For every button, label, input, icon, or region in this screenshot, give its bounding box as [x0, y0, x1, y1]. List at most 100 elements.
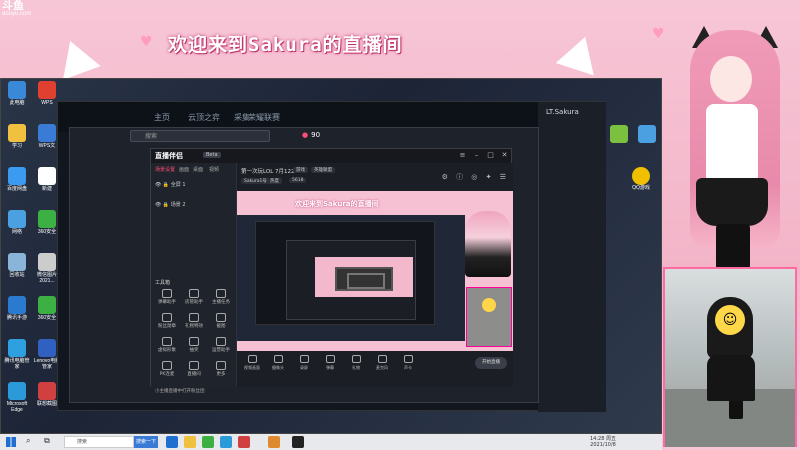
toolbar-item[interactable]: 声卡 [397, 355, 419, 371]
wechat-icon[interactable] [202, 436, 214, 448]
tool-icon [162, 313, 172, 322]
desktop-icon-label: 百度网盘 [6, 186, 27, 192]
preview-anime-girl [465, 211, 511, 277]
tool-button[interactable]: 礼物特效 [182, 313, 206, 329]
stream-preview[interactable]: 欢迎来到Sakura的直播间 [237, 191, 513, 351]
toolbar-item[interactable]: 麦克风 [371, 355, 393, 371]
scene-row[interactable]: 👁 🔒 场景 2 [155, 201, 186, 208]
task-view-icon[interactable]: ⧉ [44, 436, 50, 446]
desktop-icon[interactable]: 腾讯手游 [3, 296, 31, 321]
room-chip[interactable]: 英雄联盟 [311, 167, 335, 173]
desktop-icon-qq-game[interactable]: QQ游戏 [627, 167, 655, 191]
app-icon[interactable] [238, 436, 250, 448]
qq-icon[interactable] [220, 436, 232, 448]
desktop-icon[interactable]: 此电脑 [3, 81, 31, 106]
scene-row[interactable]: 👁 🔒 全屏 1 [155, 181, 186, 188]
tool-button[interactable]: 主播任务 [209, 289, 233, 305]
tool-button[interactable]: 房管助手 [182, 289, 206, 305]
tool-button[interactable]: 抽奖 [182, 337, 206, 353]
desktop-icon[interactable]: 网络 [3, 210, 31, 235]
app-icon [8, 382, 26, 400]
go-live-button[interactable]: 开始直播 [475, 357, 507, 369]
overlay-title: 欢迎来到Sakura的直播间 [168, 34, 403, 56]
desktop-icon-label: 回收站 [9, 272, 25, 278]
bottom-note: 小主播直播中打开粉丝团 [155, 389, 205, 394]
webcam-person: ☺ [703, 297, 757, 401]
app-icon [38, 81, 56, 99]
edge-icon[interactable] [166, 436, 178, 448]
tool-label: 截图 [216, 324, 226, 329]
tool-icon [162, 337, 172, 346]
tool-button[interactable]: 运营助手 [209, 337, 233, 353]
folder-icon[interactable] [184, 436, 196, 448]
room-title[interactable]: 第一次玩LOL 7月1227 [241, 167, 298, 175]
friend-list-panel: LT.Sakura [538, 102, 606, 412]
search-icon[interactable]: ⌕ [26, 436, 30, 446]
windows-start-icon[interactable] [6, 437, 16, 447]
tool-label: PK连麦 [159, 372, 175, 377]
tool-icon [216, 313, 226, 322]
search-input[interactable]: 搜索 [130, 130, 270, 142]
toolbar-item[interactable]: 礼物 [345, 355, 367, 371]
tool-button[interactable]: 更多 [209, 361, 233, 377]
toolbar-item[interactable]: 摄像头 [267, 355, 289, 371]
smile-emoji-icon [482, 298, 496, 312]
app-icon [8, 210, 26, 228]
desktop-icon[interactable] [633, 125, 661, 143]
tool-button[interactable]: 截图 [209, 313, 233, 329]
game-icon[interactable] [292, 436, 304, 448]
toolbar-icon [273, 355, 283, 363]
app-icon [38, 210, 56, 228]
room-chip: 5618 [289, 178, 307, 183]
app-icon [38, 296, 56, 314]
maximize-icon[interactable]: □ [486, 151, 495, 160]
tool-button[interactable]: 弹幕助手 [155, 289, 179, 305]
heart-icon: ♥ [140, 34, 153, 50]
tab-screen[interactable]: 画面 [179, 166, 189, 173]
desktop-icon-label: 此电脑 [9, 100, 25, 106]
friend-name[interactable]: LT.Sakura [546, 108, 579, 116]
scene-panel: 场景设置 画面 桌面 视频 👁 🔒 全屏 1 👁 🔒 场景 2 工具箱 弹幕助手… [151, 163, 237, 394]
tab-video[interactable]: 视频 [209, 166, 219, 173]
app-titlebar: 直播伴侣 Beta ≡ – □ ✕ [151, 149, 511, 163]
taskbar-search-input[interactable]: 搜索 [64, 436, 134, 448]
tool-button[interactable]: 直播间 [182, 361, 206, 377]
game-tab[interactable]: 荣耀联赛 [248, 112, 280, 123]
taskbar-search-button[interactable]: 搜索一下 [134, 436, 158, 448]
toolbar-icon [247, 355, 257, 363]
toolbar-icon [351, 355, 361, 363]
toolbar-item[interactable]: 弹幕 [319, 355, 341, 371]
preview-recursion [335, 267, 393, 291]
toolbar-label: 摄像头 [272, 365, 284, 370]
streaming-app-icon[interactable] [268, 436, 280, 448]
room-chip[interactable]: 游戏 [293, 167, 308, 173]
tool-label: 礼物特效 [185, 324, 203, 329]
desktop-icon[interactable]: 腾讯电脑管家 [3, 339, 31, 370]
header-tool-icons[interactable]: ⚙ ⓘ ◎ ✦ ☰ [442, 172, 509, 182]
room-chip[interactable]: Sakura1号 [241, 178, 270, 184]
minimize-icon[interactable]: – [472, 151, 481, 160]
preview-nested [255, 221, 435, 325]
toolbar-item[interactable]: 视频画面 [241, 355, 263, 371]
menu-icon[interactable]: ≡ [458, 151, 467, 160]
toolbar-label: 声卡 [404, 365, 412, 370]
toolbar-item[interactable]: 录屏 [293, 355, 315, 371]
tool-button[interactable]: PK连麦 [155, 361, 179, 377]
tab-desktop[interactable]: 桌面 [193, 166, 203, 173]
tab-scene-settings[interactable]: 场景设置 [155, 166, 175, 173]
tool-button[interactable]: 虚拟形象 [155, 337, 179, 353]
game-tab[interactable]: 云顶之弈 [188, 112, 220, 123]
desktop-icon[interactable]: Microsoft Edge [3, 382, 31, 413]
close-icon[interactable]: ✕ [500, 151, 509, 160]
taskbar-clock[interactable]: 14:28 周五 2021/10/8 [590, 436, 616, 448]
game-tab[interactable]: 主页 [154, 112, 170, 123]
desktop-icon[interactable]: 学习 [3, 124, 31, 149]
desktop-icon[interactable]: 百度网盘 [3, 167, 31, 192]
tool-button[interactable]: 粉丝勋章 [155, 313, 179, 329]
smile-emoji-icon: ☺ [715, 305, 745, 335]
app-icon [8, 253, 26, 271]
desktop-icon[interactable]: 回收站 [3, 253, 31, 278]
desktop-icon[interactable] [605, 125, 633, 143]
app-icon [38, 382, 56, 400]
tools-label: 工具箱 [155, 280, 171, 286]
